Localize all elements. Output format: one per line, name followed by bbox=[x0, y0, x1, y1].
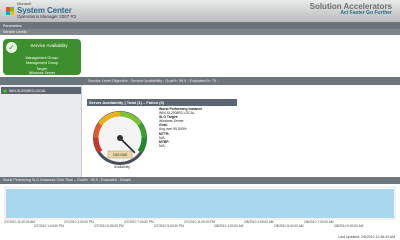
service-availability-tile[interactable]: ✓ Service Availability Management Group:… bbox=[3, 39, 81, 75]
brand-subtitle: Operations Manager 2007 R2 bbox=[17, 13, 77, 19]
service-levels-label: Service Levels bbox=[3, 30, 27, 34]
timeline-tick-label: 2/7/2010 7:00:00 PM bbox=[124, 220, 154, 224]
timeline-chart: 2/7/2010 11:00:00 AM 2/7/2010 3:00:00 PM 2… bbox=[0, 184, 400, 240]
availability-panel: Server Availability | Total (1) – Failed… bbox=[83, 85, 400, 177]
performance-bar: Worst Performing SLO Instances Over Time… bbox=[0, 177, 400, 184]
brand-logo: Microsoft System Center Operations Manag… bbox=[6, 2, 76, 20]
timeline-tick-label: 2/8/2010 5:00:00 AM bbox=[274, 224, 304, 228]
timeline-tick-label: 2/7/2010 9:00:00 PM bbox=[154, 224, 184, 228]
performance-text: Worst Performing SLO Instances Over Time… bbox=[3, 178, 131, 182]
timeline-axis: 2/7/2010 11:00:00 AM 2/7/2010 3:00:00 PM 2… bbox=[0, 220, 400, 230]
timeline-tick-label: 2/7/2010 3:00:00 PM bbox=[64, 220, 94, 224]
instance-list-item[interactable]: ✓ WIN-SL2008R2.LOCAL bbox=[1, 87, 81, 94]
accelerators-banner: Solution Accelerators Act Faster Go Furt… bbox=[310, 2, 392, 17]
windows-logo-icon bbox=[6, 7, 14, 15]
gauge-hub bbox=[117, 135, 123, 141]
timeline-tick-label: 2/8/2010 1:00:00 AM bbox=[214, 224, 244, 228]
parameters-bar[interactable]: Parameters bbox=[0, 22, 400, 29]
mtbf-value: N/A bbox=[159, 143, 165, 148]
instance-name: WIN-SL2008R2.LOCAL bbox=[9, 88, 46, 93]
timeline-tick-label: 2/7/2010 1:00:00 PM bbox=[34, 224, 64, 228]
availability-header: Server Availability | Total (1) – Failed… bbox=[87, 99, 237, 106]
accelerators-subtitle: Act Faster Go Further bbox=[340, 10, 392, 17]
availability-gauge: 100.000 bbox=[93, 111, 147, 165]
check-icon: ✓ bbox=[3, 88, 7, 93]
objective-text: Service Level Objective : Service Availa… bbox=[88, 79, 221, 83]
check-icon: ✓ bbox=[6, 42, 17, 53]
tile-line: Management Group: bbox=[25, 56, 59, 60]
parameters-label: Parameters bbox=[3, 23, 22, 28]
timeline-tick-label: 2/8/2010 7:00:00 AM bbox=[304, 220, 334, 224]
tile-line: Management Group bbox=[26, 61, 58, 65]
gauge-caption: Availability bbox=[114, 165, 130, 169]
timeline-tick-label: 2/7/2010 5:00:00 PM bbox=[94, 224, 124, 228]
app-header: Microsoft System Center Operations Manag… bbox=[0, 0, 400, 22]
timeline-area bbox=[6, 189, 394, 218]
tile-area: ✓ Service Availability Management Group:… bbox=[0, 35, 400, 77]
tile-title: Service Availability bbox=[30, 43, 68, 48]
timeline-tick-label: 2/7/2010 11:00:00 AM bbox=[4, 220, 35, 224]
objective-bar: Service Level Objective : Service Availa… bbox=[0, 77, 400, 85]
last-updated: Last Updated: 2/8/2010 11:48:43 AM bbox=[338, 235, 395, 239]
timeline-tick-label: 2/8/2010 9:00:00 AM bbox=[334, 224, 364, 228]
instance-list-panel: ✓ WIN-SL2008R2.LOCAL bbox=[0, 85, 82, 177]
tile-line: Windows Server bbox=[28, 71, 56, 75]
gauge-value: 100.000 bbox=[113, 152, 128, 157]
availability-details: Worst Performing Instance WIN-SL2008R2.L… bbox=[159, 107, 239, 148]
timeline-tick-label: 2/8/2010 3:00:00 AM bbox=[244, 220, 274, 224]
timeline-tick-label: 2/7/2010 11:00:00 PM bbox=[184, 220, 216, 224]
timeline-plot bbox=[4, 186, 396, 220]
